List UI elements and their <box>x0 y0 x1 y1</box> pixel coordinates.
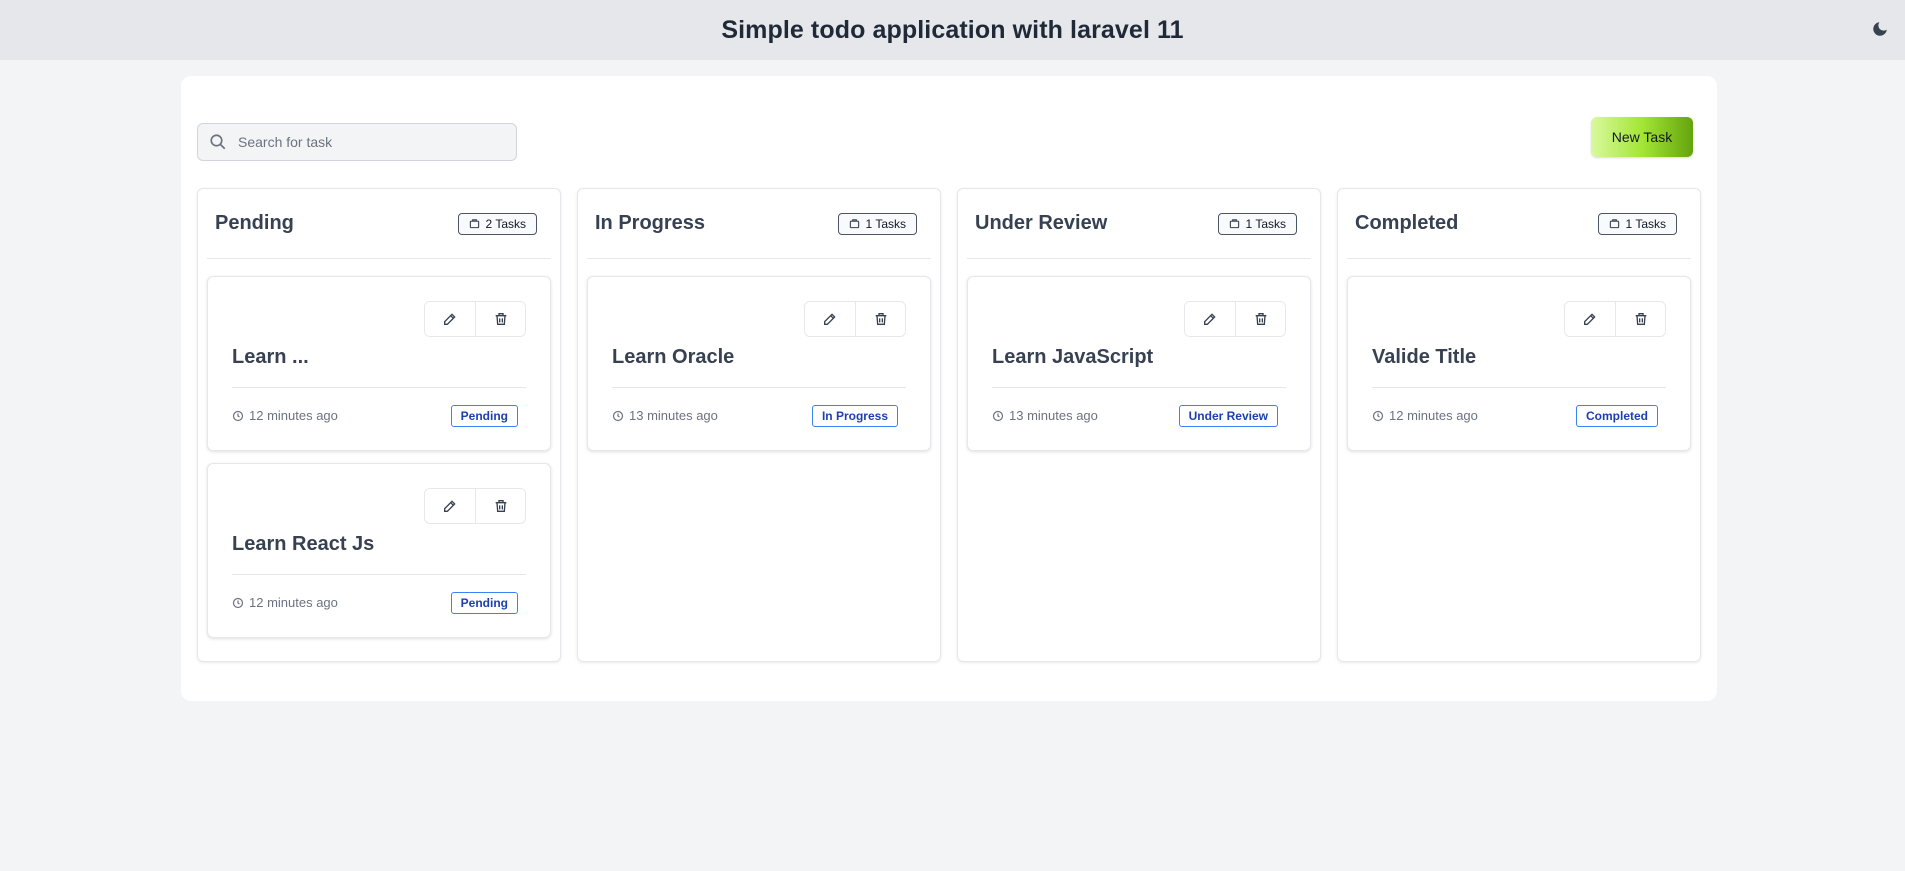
task-count-badge: 1 Tasks <box>1597 212 1677 235</box>
card-actions <box>804 301 906 337</box>
task-time: 12 minutes ago <box>232 595 338 610</box>
status-badge: Under Review <box>1178 405 1278 427</box>
search-icon <box>198 133 238 151</box>
status-badge: Pending <box>450 592 518 614</box>
column-title: In Progress <box>595 212 706 234</box>
new-task-button[interactable]: New Task <box>1591 117 1693 157</box>
task-time: 13 minutes ago <box>612 408 718 423</box>
task-card[interactable]: Learn Oracle 13 minutes ago In Progress <box>587 276 931 451</box>
task-card[interactable]: Learn React Js 12 minutes ago Pending <box>207 463 551 638</box>
delete-button[interactable] <box>855 302 905 336</box>
clock-icon <box>1372 410 1384 421</box>
search-box <box>197 123 517 161</box>
column-header: Under Review 1 Tasks <box>967 189 1311 259</box>
status-badge: Pending <box>450 405 518 427</box>
briefcase-icon <box>849 219 859 229</box>
column-pending: Pending 2 Tasks Learn ... 12 minutes ago <box>197 188 561 662</box>
card-divider <box>1372 387 1666 388</box>
clock-icon <box>232 410 244 421</box>
edit-icon <box>1584 313 1596 325</box>
edit-button[interactable] <box>425 302 475 336</box>
task-time: 12 minutes ago <box>232 408 338 423</box>
edit-icon <box>444 313 456 325</box>
task-time: 12 minutes ago <box>1372 408 1478 423</box>
search-input[interactable] <box>238 134 516 150</box>
delete-button[interactable] <box>1615 302 1665 336</box>
edit-button[interactable] <box>1185 302 1235 336</box>
column-header: Pending 2 Tasks <box>207 189 551 259</box>
briefcase-icon <box>469 219 479 229</box>
edit-button[interactable] <box>805 302 855 336</box>
edit-icon <box>824 313 836 325</box>
card-divider <box>232 574 526 575</box>
task-count-badge: 1 Tasks <box>837 212 917 235</box>
trash-icon <box>495 500 506 512</box>
clock-icon <box>232 597 244 608</box>
task-title: Learn React Js <box>232 533 375 555</box>
card-actions <box>1564 301 1666 337</box>
status-badge: Completed <box>1575 405 1658 427</box>
card-actions <box>1184 301 1286 337</box>
status-badge: In Progress <box>811 405 898 427</box>
card-actions <box>424 301 526 337</box>
task-card[interactable]: Learn JavaScript 13 minutes ago Under Re… <box>967 276 1311 451</box>
column-header: In Progress 1 Tasks <box>587 189 931 259</box>
edit-icon <box>444 500 456 512</box>
delete-button[interactable] <box>1235 302 1285 336</box>
task-time: 13 minutes ago <box>992 408 1098 423</box>
edit-icon <box>1204 313 1216 325</box>
moon-icon <box>1873 22 1887 36</box>
trash-icon <box>1635 313 1646 325</box>
task-title: Learn Oracle <box>612 346 735 368</box>
task-card[interactable]: Valide Title 12 minutes ago Completed <box>1347 276 1691 451</box>
column-completed: Completed 1 Tasks Valide Title 12 minute… <box>1337 188 1701 662</box>
card-divider <box>612 387 906 388</box>
column-title: Under Review <box>975 212 1108 234</box>
clock-icon <box>612 410 624 421</box>
clock-icon <box>992 410 1004 421</box>
trash-icon <box>495 313 506 325</box>
briefcase-icon <box>1609 219 1619 229</box>
briefcase-icon <box>1229 219 1239 229</box>
card-divider <box>232 387 526 388</box>
column-title: Completed <box>1355 212 1459 234</box>
trash-icon <box>875 313 886 325</box>
column-in-progress: In Progress 1 Tasks Learn Oracle 13 minu… <box>577 188 941 662</box>
edit-button[interactable] <box>425 489 475 523</box>
trash-icon <box>1255 313 1266 325</box>
edit-button[interactable] <box>1565 302 1615 336</box>
column-header: Completed 1 Tasks <box>1347 189 1691 259</box>
board-panel: New Task Pending 2 Tasks Learn ... <box>181 76 1717 701</box>
delete-button[interactable] <box>475 302 525 336</box>
app-title: Simple todo application with laravel 11 <box>721 15 1184 44</box>
delete-button[interactable] <box>475 489 525 523</box>
theme-toggle-button[interactable] <box>1867 16 1893 42</box>
column-title: Pending <box>215 212 294 234</box>
column-under-review: Under Review 1 Tasks Learn JavaScript 13… <box>957 188 1321 662</box>
top-bar: Simple todo application with laravel 11 <box>0 0 1905 60</box>
task-count-badge: 1 Tasks <box>1217 212 1297 235</box>
task-title: Learn JavaScript <box>992 346 1154 368</box>
card-actions <box>424 488 526 524</box>
task-title: Valide Title <box>1372 346 1477 368</box>
task-title: Learn ... <box>232 346 309 368</box>
task-count-badge: 2 Tasks <box>457 212 537 235</box>
card-divider <box>992 387 1286 388</box>
task-card[interactable]: Learn ... 12 minutes ago Pending <box>207 276 551 451</box>
